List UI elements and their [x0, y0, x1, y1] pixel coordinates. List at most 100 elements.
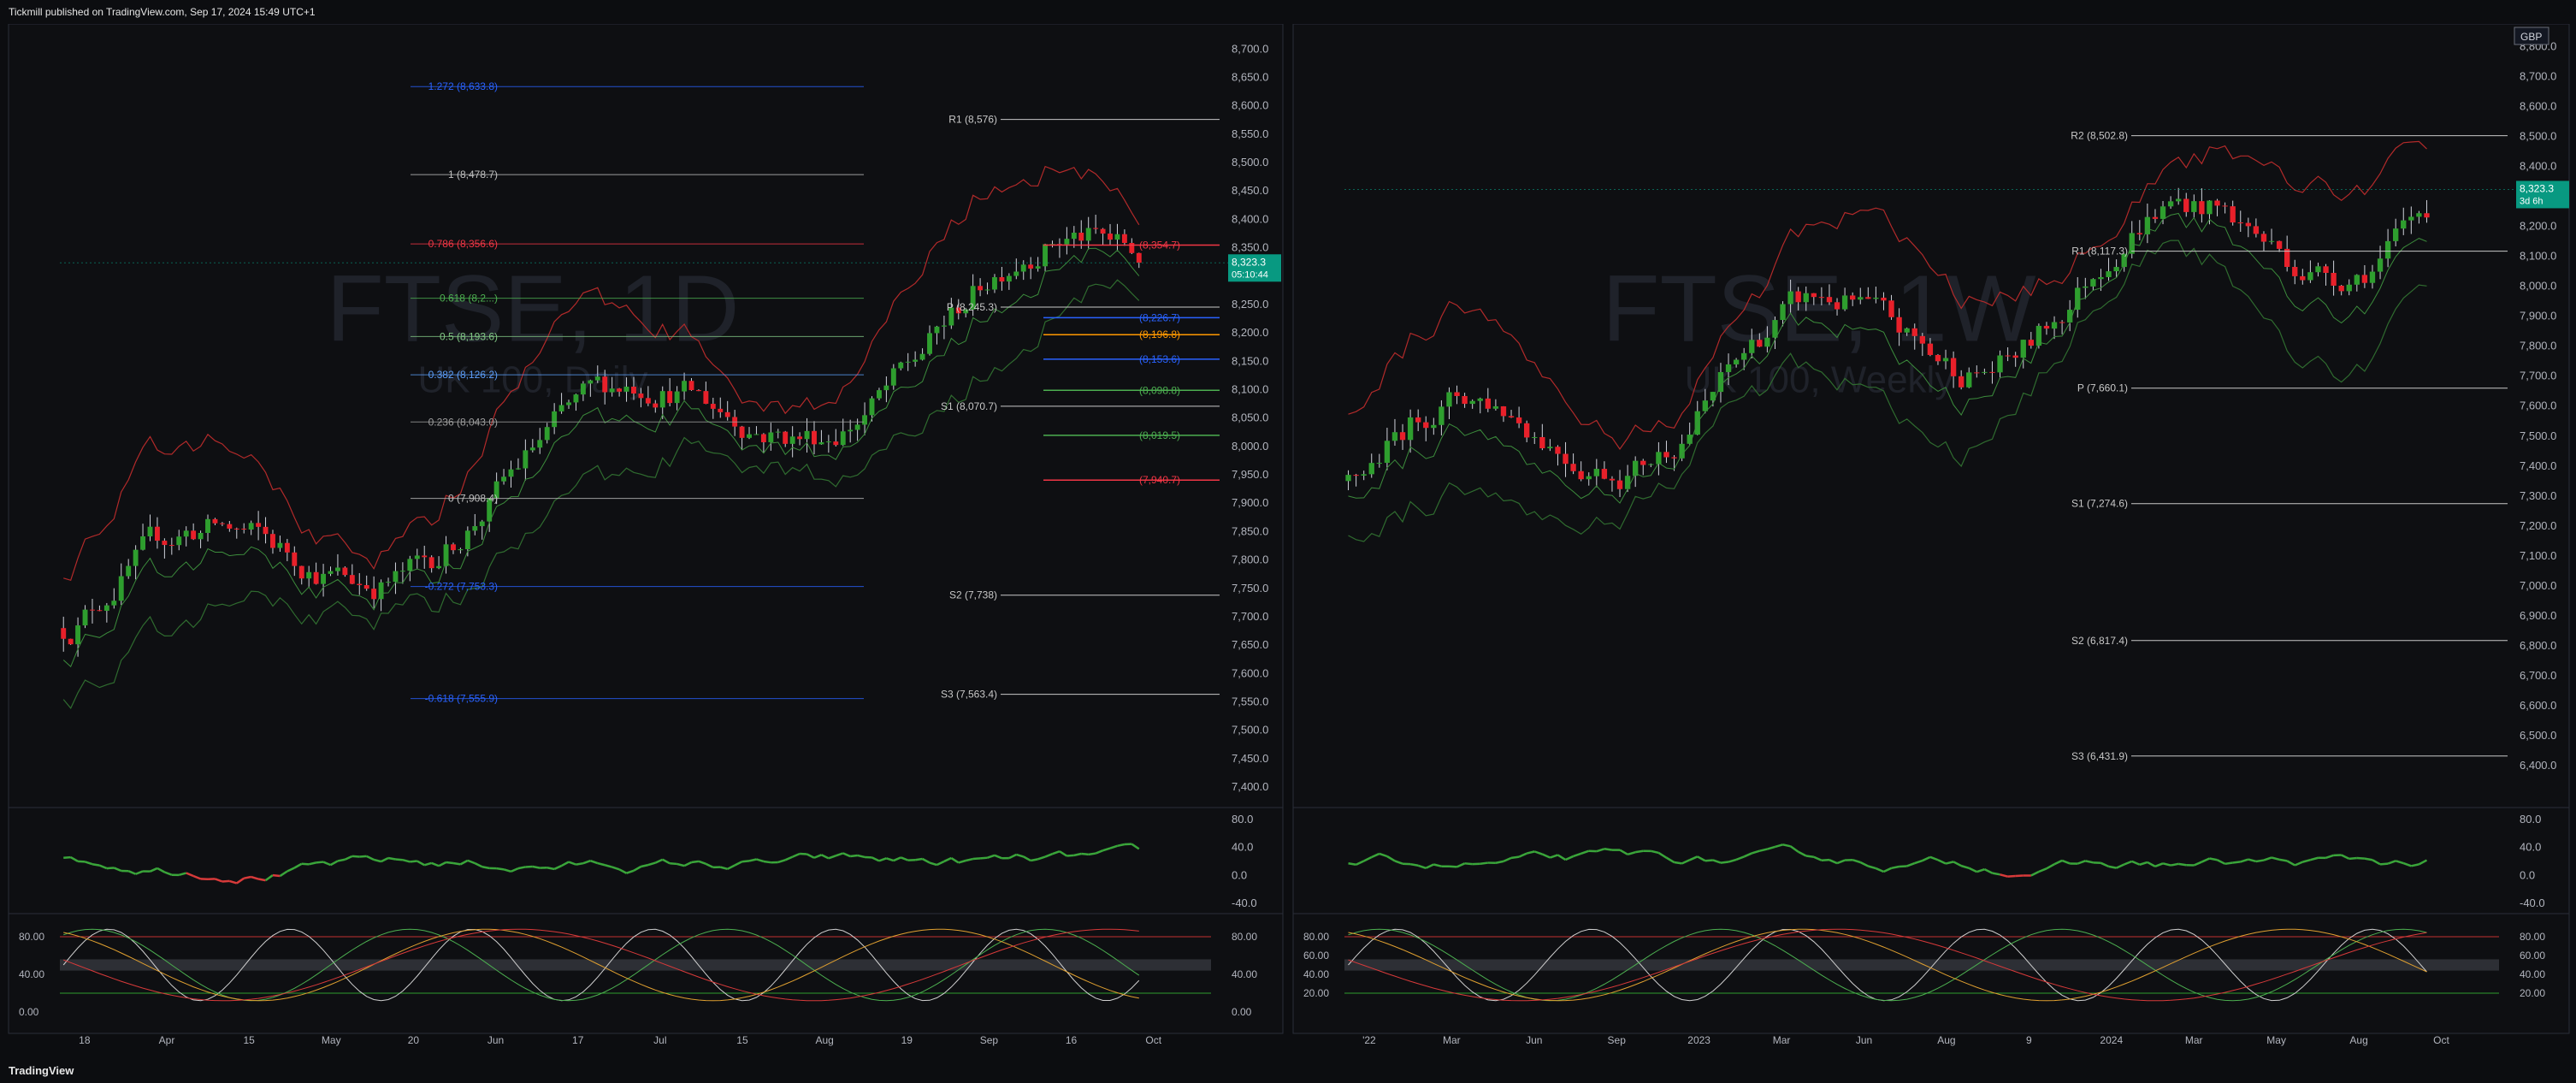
rsi-line-segment: [1510, 855, 1520, 860]
candle-body: [1795, 291, 1801, 303]
candle-body: [2090, 279, 2096, 287]
candle-body: [588, 380, 594, 384]
price-tick-label: 6,400.0: [2520, 759, 2556, 772]
price-tick-label: 8,350.0: [1232, 241, 1268, 254]
price-tick-label: 7,600.0: [1232, 666, 1268, 679]
charts-canvas[interactable]: FTSE, 1DUK 100, Daily8,700.08,650.08,600…: [0, 23, 2576, 1054]
candle-body: [126, 565, 132, 577]
price-tick-label: 7,000.0: [2520, 579, 2556, 592]
stoch-tick-label-left: 80.00: [19, 931, 44, 943]
candle-body: [1454, 392, 1460, 396]
rsi-line-segment: [980, 856, 988, 860]
candle-body: [154, 526, 160, 542]
candle-body: [1609, 478, 1616, 481]
price-tick-label: 7,100.0: [2520, 549, 2556, 562]
stoch-tick-label-left: 80.00: [1303, 931, 1329, 943]
candle-body: [321, 573, 327, 584]
candle-body: [436, 565, 442, 569]
price-tick-label: 7,450.0: [1232, 752, 1268, 765]
rsi-tick-label: -40.0: [1232, 897, 1257, 909]
pivot-level-label: R1 (8,117.3): [2071, 246, 2128, 257]
pivot-level-label: P (7,660.1): [2077, 382, 2128, 394]
candle-body: [2106, 271, 2112, 277]
rsi-line-segment: [410, 860, 417, 863]
price-tick-label: 7,900.0: [1232, 496, 1268, 509]
time-tick-label: Sep: [980, 1034, 999, 1046]
candle-body: [248, 523, 254, 530]
candle-body: [1020, 264, 1026, 272]
candle-body: [2416, 213, 2422, 217]
candle-body: [1826, 297, 1833, 303]
price-tick-label: 7,800.0: [2520, 340, 2556, 352]
candle-body: [1353, 475, 1359, 476]
price-tick-label: 8,100.0: [1232, 382, 1268, 395]
time-tick-label: 15: [736, 1034, 748, 1046]
candle-body: [357, 583, 363, 585]
rsi-line-segment: [359, 855, 367, 858]
rsi-line-segment: [2108, 865, 2117, 869]
candle-body: [573, 394, 579, 403]
rsi-line-segment: [2364, 857, 2373, 861]
candle-body: [1780, 304, 1786, 321]
candle-body: [1725, 364, 1732, 372]
candle-body: [2012, 355, 2018, 358]
candle-body: [724, 411, 730, 417]
rsi-line-segment: [2356, 856, 2365, 860]
candle-body: [328, 571, 334, 574]
rsi-line-segment: [1705, 859, 1713, 862]
rsi-line-segment: [482, 865, 490, 870]
candle-body: [2214, 200, 2220, 206]
time-tick-label: 17: [572, 1034, 584, 1046]
candle-body: [775, 431, 781, 433]
candle-body: [2323, 266, 2329, 273]
candle-body: [1532, 436, 1538, 438]
zone-level-label: (8,226.7): [1139, 311, 1180, 323]
candle-body: [1881, 297, 1887, 301]
price-tick-label: 6,800.0: [2520, 639, 2556, 652]
candle-body: [2144, 216, 2151, 234]
candle-body: [2237, 222, 2243, 224]
candle-body: [393, 571, 399, 583]
candle-body: [978, 286, 984, 291]
stoch-tick-label-left: 60.00: [1303, 950, 1329, 962]
price-tick-label: 7,900.0: [2520, 310, 2556, 323]
candle-body: [61, 628, 67, 639]
rsi-line-segment: [1066, 854, 1074, 857]
rsi-line-segment: [1081, 852, 1089, 856]
stoch-tick-label: 20.00: [2520, 987, 2545, 999]
candle-body: [1013, 271, 1019, 276]
candle-body: [2315, 266, 2321, 273]
symbol-watermark: FTSE, 1D: [327, 256, 740, 361]
candle-body: [1974, 372, 1980, 374]
candle-body: [451, 544, 456, 551]
candle-body: [1361, 474, 1367, 476]
rsi-line-segment: [352, 855, 360, 858]
time-tick-label: Jun: [1856, 1034, 1872, 1046]
price-tick-label: 8,600.0: [2520, 100, 2556, 113]
rsi-line-segment: [914, 857, 923, 861]
candle-body: [2191, 201, 2197, 212]
tradingview-logo: TradingView: [9, 1064, 74, 1077]
chart-stage[interactable]: FTSE, 1D UK 100, Daily 8,700.0 8,650.0 8,600…: [0, 23, 2576, 1054]
candle-body: [2005, 355, 2011, 357]
candle-body: [198, 532, 204, 540]
rsi-line-segment: [2015, 874, 2024, 878]
candle-body: [1093, 228, 1099, 229]
candle-body: [90, 609, 95, 611]
candle-body: [205, 518, 210, 533]
candle-body: [927, 333, 932, 354]
time-tick-label: Aug: [815, 1034, 833, 1046]
candle-body: [1415, 417, 1421, 423]
price-tick-label: 8,550.0: [1232, 127, 1268, 140]
rsi-line-segment: [1992, 872, 2000, 876]
symbol-watermark: FTSE, 1W: [1602, 256, 2035, 361]
candle-body: [1834, 302, 1840, 310]
fib-level-label: 0.5 (8,193.6): [440, 330, 498, 342]
time-tick-label: 19: [901, 1034, 913, 1046]
fib-level-label: -0.618 (7,555.9): [425, 693, 498, 705]
rsi-tick-label: 80.0: [1232, 813, 1253, 826]
candle-body: [2384, 240, 2391, 259]
candle-body: [407, 559, 413, 571]
candle-body: [1616, 480, 1623, 489]
panel-background: [1292, 23, 2570, 1034]
